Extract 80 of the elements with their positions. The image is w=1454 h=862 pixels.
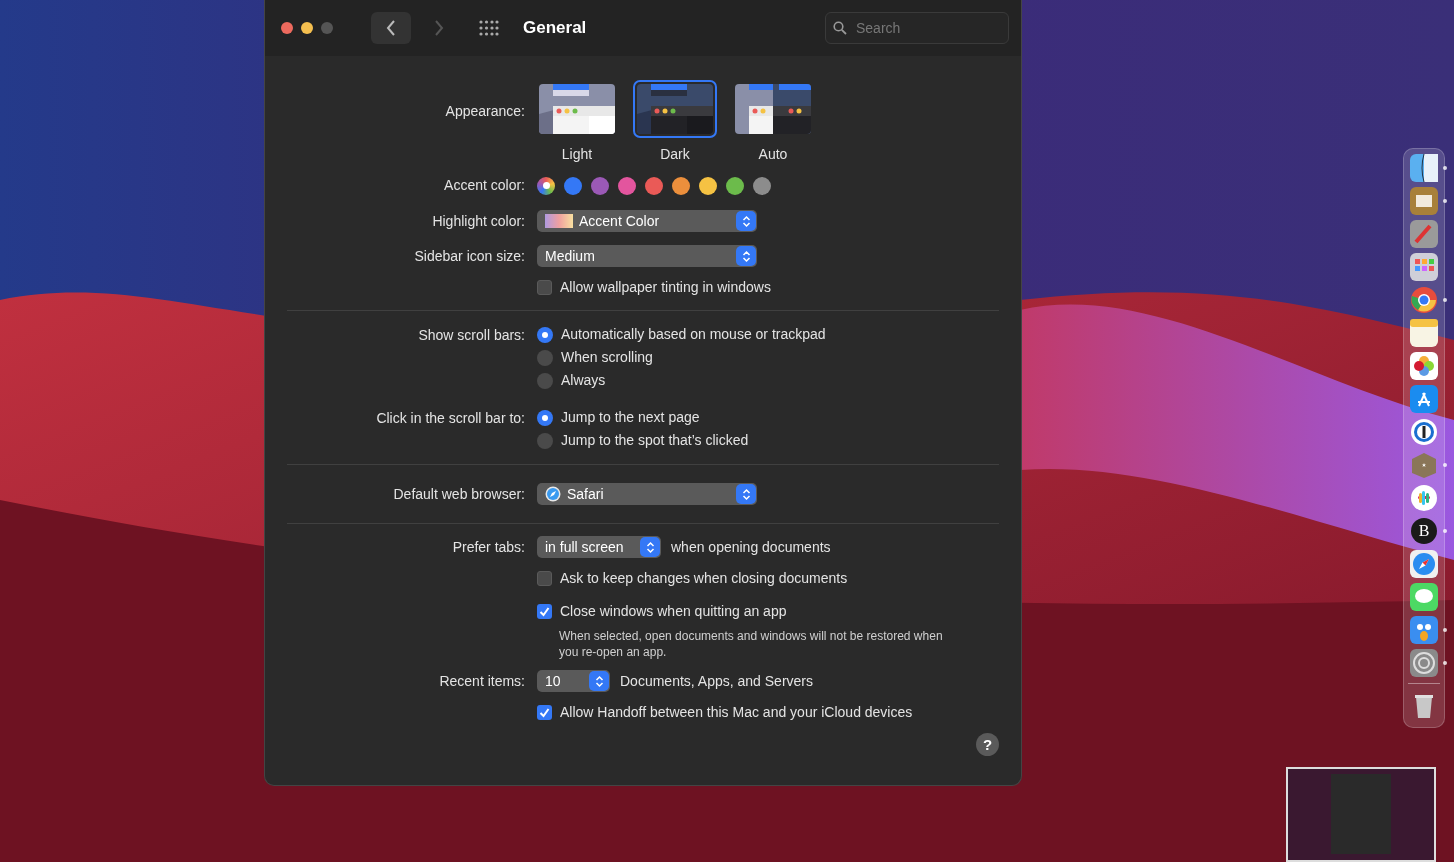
notepad-icon[interactable] bbox=[1410, 318, 1438, 347]
browser-popup[interactable]: Safari bbox=[537, 483, 757, 505]
stepper-arrows-icon bbox=[736, 484, 756, 504]
flower-icon[interactable] bbox=[1410, 351, 1438, 380]
hash-icon[interactable] bbox=[1410, 483, 1438, 512]
radio-button[interactable] bbox=[537, 372, 553, 389]
appearance-label: Auto bbox=[758, 145, 788, 164]
face-icon[interactable] bbox=[1410, 153, 1438, 182]
stepper-arrows-icon bbox=[736, 246, 756, 266]
window-title: General bbox=[523, 17, 587, 40]
recent-items-popup[interactable]: 10 bbox=[537, 670, 610, 692]
radio-label: Always bbox=[561, 371, 606, 390]
gradient-swatch-icon bbox=[545, 214, 573, 228]
checkbox-label: Close windows when quitting an app bbox=[560, 602, 787, 621]
accent-color-swatch[interactable] bbox=[726, 176, 744, 195]
setting-label: Sidebar icon size: bbox=[414, 247, 525, 264]
letter-icon[interactable]: B bbox=[1410, 516, 1438, 545]
accent-color-swatch[interactable] bbox=[753, 176, 771, 195]
radio-label: Automatically based on mouse or trackpad bbox=[561, 325, 826, 344]
stepper-arrows-icon bbox=[736, 211, 756, 231]
radio-label: Jump to the spot that’s clicked bbox=[561, 431, 749, 450]
highlight-color-popup[interactable]: Accent Color bbox=[537, 210, 757, 232]
chevron-left-icon bbox=[386, 20, 396, 36]
setting-label: Click in the scroll bar to: bbox=[376, 410, 525, 426]
accent-color-swatch[interactable] bbox=[618, 176, 636, 195]
grid-icon[interactable] bbox=[479, 20, 499, 36]
accent-color-swatch[interactable] bbox=[672, 176, 690, 195]
compass-icon[interactable] bbox=[1410, 549, 1438, 578]
checkbox[interactable] bbox=[537, 604, 552, 619]
gear-icon[interactable] bbox=[1410, 648, 1438, 677]
search-field[interactable]: Search bbox=[825, 12, 1009, 44]
radio-button[interactable] bbox=[537, 432, 553, 449]
appearance-label: Dark bbox=[660, 145, 690, 164]
checkbox[interactable] bbox=[537, 705, 552, 720]
box-icon[interactable] bbox=[1410, 186, 1438, 215]
chevron-right-icon bbox=[434, 20, 444, 36]
help-text: When selected, open documents and windows will not be restored when you re-open an app. bbox=[558, 628, 944, 660]
hammer-icon[interactable] bbox=[1410, 219, 1438, 248]
appearance-label: Light bbox=[561, 145, 593, 164]
accent-color-swatch[interactable] bbox=[537, 176, 555, 195]
sidebar-icon-size-popup[interactable]: Medium bbox=[537, 245, 757, 267]
bird-icon[interactable] bbox=[1410, 615, 1438, 644]
help-button[interactable]: ? bbox=[976, 733, 999, 756]
stepper-arrows-icon bbox=[589, 671, 609, 691]
chat-bubble-icon[interactable] bbox=[1410, 582, 1438, 611]
accent-color-swatch[interactable] bbox=[564, 176, 582, 195]
setting-label: Appearance: bbox=[445, 103, 525, 119]
app-store-icon[interactable] bbox=[1410, 384, 1438, 413]
setting-label: Highlight color: bbox=[432, 212, 525, 229]
accent-color-swatch[interactable] bbox=[699, 176, 717, 195]
stepper-arrows-icon bbox=[640, 537, 660, 557]
accent-color-swatch[interactable] bbox=[591, 176, 609, 195]
checkbox-label: Ask to keep changes when closing documents bbox=[560, 569, 848, 588]
setting-label: Default web browser: bbox=[393, 485, 525, 502]
radio-button[interactable] bbox=[537, 349, 553, 366]
setting-label: Accent color: bbox=[444, 177, 525, 193]
checkbox[interactable] bbox=[537, 571, 552, 586]
radio-button[interactable] bbox=[537, 326, 553, 343]
checkbox-label: Allow wallpaper tinting in windows bbox=[560, 278, 771, 297]
minimize-button[interactable] bbox=[301, 22, 313, 34]
browser-icon[interactable] bbox=[1410, 285, 1438, 314]
back-button[interactable] bbox=[371, 12, 411, 44]
checkbox[interactable] bbox=[537, 280, 552, 295]
radio-label: When scrolling bbox=[561, 348, 653, 367]
checkbox-label: Allow Handoff between this Mac and your iCloud devices bbox=[560, 703, 913, 722]
setting-suffix: Documents, Apps, and Servers bbox=[620, 671, 813, 691]
close-button[interactable] bbox=[281, 22, 293, 34]
compass-icon bbox=[545, 486, 561, 502]
setting-label: Prefer tabs: bbox=[452, 538, 525, 555]
desktop-thumbnail[interactable] bbox=[1286, 767, 1436, 862]
radio-button[interactable] bbox=[537, 409, 553, 426]
prefer-tabs-popup[interactable]: in full screen bbox=[537, 536, 661, 558]
radio-label: Jump to the next page bbox=[561, 408, 700, 427]
ring-icon[interactable] bbox=[1410, 417, 1438, 446]
setting-suffix: when opening documents bbox=[671, 537, 831, 557]
grid-icon[interactable] bbox=[1410, 252, 1438, 281]
accent-color-swatch[interactable] bbox=[645, 176, 663, 195]
appearance-thumbnail[interactable] bbox=[633, 80, 717, 138]
setting-label: Recent items: bbox=[439, 672, 525, 689]
setting-label: Show scroll bars: bbox=[418, 327, 525, 343]
